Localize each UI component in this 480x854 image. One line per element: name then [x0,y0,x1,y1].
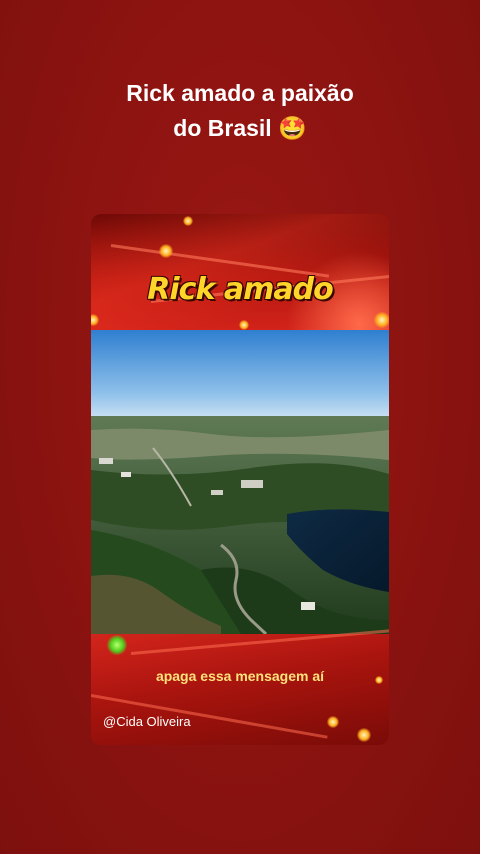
headline-line-1: Rick amado a paixão [126,80,354,106]
sparkle-dot [91,314,99,326]
video-title-banner: Rick amado [91,214,389,330]
video-title-overlay: Rick amado [147,272,333,307]
video-caption-banner: apaga essa mensagem aí @Cida Oliveira [91,629,389,745]
sparkle-dot [183,216,193,226]
headline-line-2: do Brasil 🤩 [173,115,307,141]
green-light-dot [107,635,127,655]
light-streak [130,629,389,655]
sparkle-dot [357,728,371,742]
post-headline: Rick amado a paixão do Brasil 🤩 [0,76,480,146]
sparkle-dot [239,320,249,330]
sparkle-dot [327,716,339,728]
story-page: Rick amado a paixão do Brasil 🤩 Rick ama… [0,0,480,854]
creator-credit[interactable]: @Cida Oliveira [103,714,191,729]
sparkle-dot [159,244,173,258]
video-card[interactable]: Rick amado apaga essa mensagem aí @Cida … [91,214,389,745]
video-caption: apaga essa mensagem aí [155,668,325,684]
sparkle-dot [374,312,389,328]
aerial-landscape-image [91,330,389,634]
